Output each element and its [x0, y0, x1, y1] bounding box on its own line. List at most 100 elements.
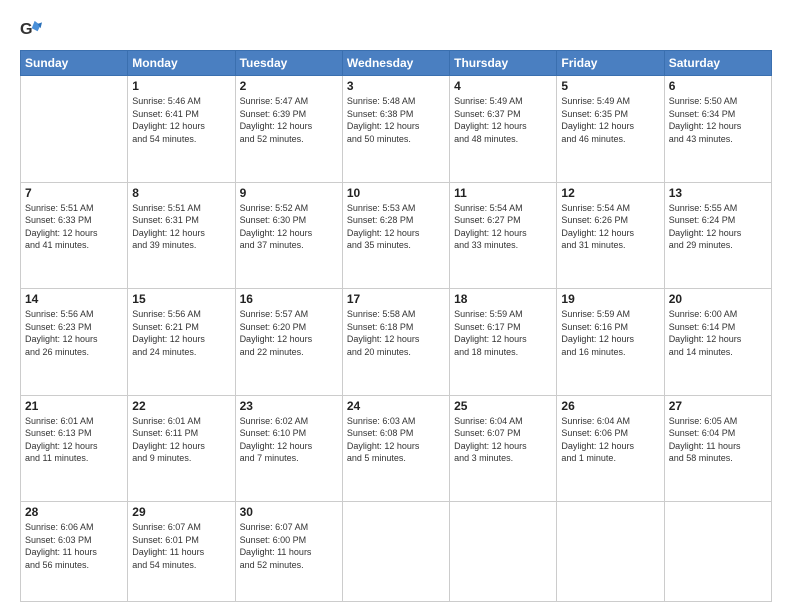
day-number: 24: [347, 399, 445, 413]
calendar-cell: 30Sunrise: 6:07 AM Sunset: 6:00 PM Dayli…: [235, 502, 342, 602]
day-info: Sunrise: 5:56 AM Sunset: 6:23 PM Dayligh…: [25, 308, 123, 358]
logo-icon: G: [20, 18, 42, 40]
day-info: Sunrise: 6:06 AM Sunset: 6:03 PM Dayligh…: [25, 521, 123, 571]
day-number: 26: [561, 399, 659, 413]
calendar-cell: 5 Sunrise: 5:49 AM Sunset: 6:35 PM Daylig…: [557, 76, 664, 183]
day-info: Sunrise: 5:49 AM Sunset: 6:35 PM Dayligh…: [561, 95, 659, 145]
day-info: Sunrise: 6:01 AM Sunset: 6:11 PM Dayligh…: [132, 415, 230, 465]
day-info: Sunrise: 5:59 AM Sunset: 6:16 PM Dayligh…: [561, 308, 659, 358]
calendar-cell: 8 Sunrise: 5:51 AM Sunset: 6:31 PM Daylig…: [128, 182, 235, 289]
calendar-cell: 14 Sunrise: 5:56 AM Sunset: 6:23 PM Dayli…: [21, 289, 128, 396]
day-info: Sunrise: 6:03 AM Sunset: 6:08 PM Dayligh…: [347, 415, 445, 465]
calendar-cell: 17Sunrise: 5:58 AM Sunset: 6:18 PM Dayli…: [342, 289, 449, 396]
calendar-cell: [21, 76, 128, 183]
day-number: 25: [454, 399, 552, 413]
day-info: Sunrise: 6:05 AM Sunset: 6:04 PM Dayligh…: [669, 415, 767, 465]
day-info: Sunrise: 5:54 AM Sunset: 6:26 PM Dayligh…: [561, 202, 659, 252]
day-number: 4: [454, 79, 552, 93]
day-info: Sunrise: 5:51 AM Sunset: 6:31 PM Dayligh…: [132, 202, 230, 252]
day-number: 16: [240, 292, 338, 306]
header: G: [20, 18, 772, 40]
day-number: 3: [347, 79, 445, 93]
calendar-header-thursday: Thursday: [450, 51, 557, 76]
day-info: Sunrise: 6:00 AM Sunset: 6:14 PM Dayligh…: [669, 308, 767, 358]
day-info: Sunrise: 5:57 AM Sunset: 6:20 PM Dayligh…: [240, 308, 338, 358]
day-info: Sunrise: 6:02 AM Sunset: 6:10 PM Dayligh…: [240, 415, 338, 465]
day-info: Sunrise: 5:50 AM Sunset: 6:34 PM Dayligh…: [669, 95, 767, 145]
calendar-row-1: 7Sunrise: 5:51 AM Sunset: 6:33 PM Daylig…: [21, 182, 772, 289]
day-number: 27: [669, 399, 767, 413]
calendar-cell: 15 Sunrise: 5:56 AM Sunset: 6:21 PM Dayli…: [128, 289, 235, 396]
day-number: 22: [132, 399, 230, 413]
day-number: 21: [25, 399, 123, 413]
calendar-cell: 3Sunrise: 5:48 AM Sunset: 6:38 PM Daylig…: [342, 76, 449, 183]
day-info: Sunrise: 6:04 AM Sunset: 6:06 PM Dayligh…: [561, 415, 659, 465]
day-info: Sunrise: 5:46 AM Sunset: 6:41 PM Dayligh…: [132, 95, 230, 145]
day-info: Sunrise: 6:07 AM Sunset: 6:00 PM Dayligh…: [240, 521, 338, 571]
logo: G: [20, 18, 46, 40]
day-info: Sunrise: 5:56 AM Sunset: 6:21 PM Dayligh…: [132, 308, 230, 358]
calendar-cell: 11 Sunrise: 5:54 AM Sunset: 6:27 PM Dayli…: [450, 182, 557, 289]
calendar-header-row: SundayMondayTuesdayWednesdayThursdayFrid…: [21, 51, 772, 76]
day-info: Sunrise: 5:51 AM Sunset: 6:33 PM Dayligh…: [25, 202, 123, 252]
day-info: Sunrise: 6:07 AM Sunset: 6:01 PM Dayligh…: [132, 521, 230, 571]
calendar-cell: 10Sunrise: 5:53 AM Sunset: 6:28 PM Dayli…: [342, 182, 449, 289]
day-info: Sunrise: 5:55 AM Sunset: 6:24 PM Dayligh…: [669, 202, 767, 252]
day-number: 20: [669, 292, 767, 306]
day-info: Sunrise: 5:58 AM Sunset: 6:18 PM Dayligh…: [347, 308, 445, 358]
day-number: 23: [240, 399, 338, 413]
calendar-cell: [342, 502, 449, 602]
calendar-cell: 13 Sunrise: 5:55 AM Sunset: 6:24 PM Dayli…: [664, 182, 771, 289]
calendar-cell: [664, 502, 771, 602]
day-info: Sunrise: 6:01 AM Sunset: 6:13 PM Dayligh…: [25, 415, 123, 465]
calendar-cell: 23 Sunrise: 6:02 AM Sunset: 6:10 PM Dayli…: [235, 395, 342, 502]
calendar-cell: 18 Sunrise: 5:59 AM Sunset: 6:17 PM Dayli…: [450, 289, 557, 396]
calendar-cell: [557, 502, 664, 602]
day-info: Sunrise: 6:04 AM Sunset: 6:07 PM Dayligh…: [454, 415, 552, 465]
calendar-header-saturday: Saturday: [664, 51, 771, 76]
calendar-cell: [450, 502, 557, 602]
calendar-cell: 7Sunrise: 5:51 AM Sunset: 6:33 PM Daylig…: [21, 182, 128, 289]
calendar-cell: 19 Sunrise: 5:59 AM Sunset: 6:16 PM Dayli…: [557, 289, 664, 396]
calendar-cell: 16 Sunrise: 5:57 AM Sunset: 6:20 PM Dayli…: [235, 289, 342, 396]
calendar-cell: 12 Sunrise: 5:54 AM Sunset: 6:26 PM Dayli…: [557, 182, 664, 289]
day-number: 11: [454, 186, 552, 200]
day-number: 2: [240, 79, 338, 93]
calendar-header-monday: Monday: [128, 51, 235, 76]
calendar-header-wednesday: Wednesday: [342, 51, 449, 76]
day-number: 19: [561, 292, 659, 306]
day-info: Sunrise: 5:59 AM Sunset: 6:17 PM Dayligh…: [454, 308, 552, 358]
calendar-cell: 24 Sunrise: 6:03 AM Sunset: 6:08 PM Dayli…: [342, 395, 449, 502]
calendar-header-tuesday: Tuesday: [235, 51, 342, 76]
calendar-cell: 27 Sunrise: 6:05 AM Sunset: 6:04 PM Dayli…: [664, 395, 771, 502]
calendar-cell: 29 Sunrise: 6:07 AM Sunset: 6:01 PM Dayli…: [128, 502, 235, 602]
calendar-cell: 4 Sunrise: 5:49 AM Sunset: 6:37 PM Daylig…: [450, 76, 557, 183]
day-number: 18: [454, 292, 552, 306]
day-info: Sunrise: 5:49 AM Sunset: 6:37 PM Dayligh…: [454, 95, 552, 145]
day-info: Sunrise: 5:52 AM Sunset: 6:30 PM Dayligh…: [240, 202, 338, 252]
day-number: 14: [25, 292, 123, 306]
day-number: 6: [669, 79, 767, 93]
day-info: Sunrise: 5:53 AM Sunset: 6:28 PM Dayligh…: [347, 202, 445, 252]
calendar-table: SundayMondayTuesdayWednesdayThursdayFrid…: [20, 50, 772, 602]
calendar-cell: 1 Sunrise: 5:46 AM Sunset: 6:41 PM Daylig…: [128, 76, 235, 183]
calendar-cell: 9 Sunrise: 5:52 AM Sunset: 6:30 PM Daylig…: [235, 182, 342, 289]
day-number: 29: [132, 505, 230, 519]
page: G SundayMondayTuesdayWednesdayThursdayFr…: [0, 0, 792, 612]
day-number: 13: [669, 186, 767, 200]
svg-text:G: G: [20, 20, 33, 38]
day-number: 12: [561, 186, 659, 200]
calendar-header-friday: Friday: [557, 51, 664, 76]
day-number: 1: [132, 79, 230, 93]
calendar-cell: 20 Sunrise: 6:00 AM Sunset: 6:14 PM Dayli…: [664, 289, 771, 396]
day-number: 9: [240, 186, 338, 200]
day-info: Sunrise: 5:54 AM Sunset: 6:27 PM Dayligh…: [454, 202, 552, 252]
day-number: 28: [25, 505, 123, 519]
calendar-header-sunday: Sunday: [21, 51, 128, 76]
calendar-row-0: 1 Sunrise: 5:46 AM Sunset: 6:41 PM Daylig…: [21, 76, 772, 183]
calendar-row-3: 21 Sunrise: 6:01 AM Sunset: 6:13 PM Dayli…: [21, 395, 772, 502]
day-number: 5: [561, 79, 659, 93]
calendar-cell: 26 Sunrise: 6:04 AM Sunset: 6:06 PM Dayli…: [557, 395, 664, 502]
day-number: 8: [132, 186, 230, 200]
day-number: 15: [132, 292, 230, 306]
